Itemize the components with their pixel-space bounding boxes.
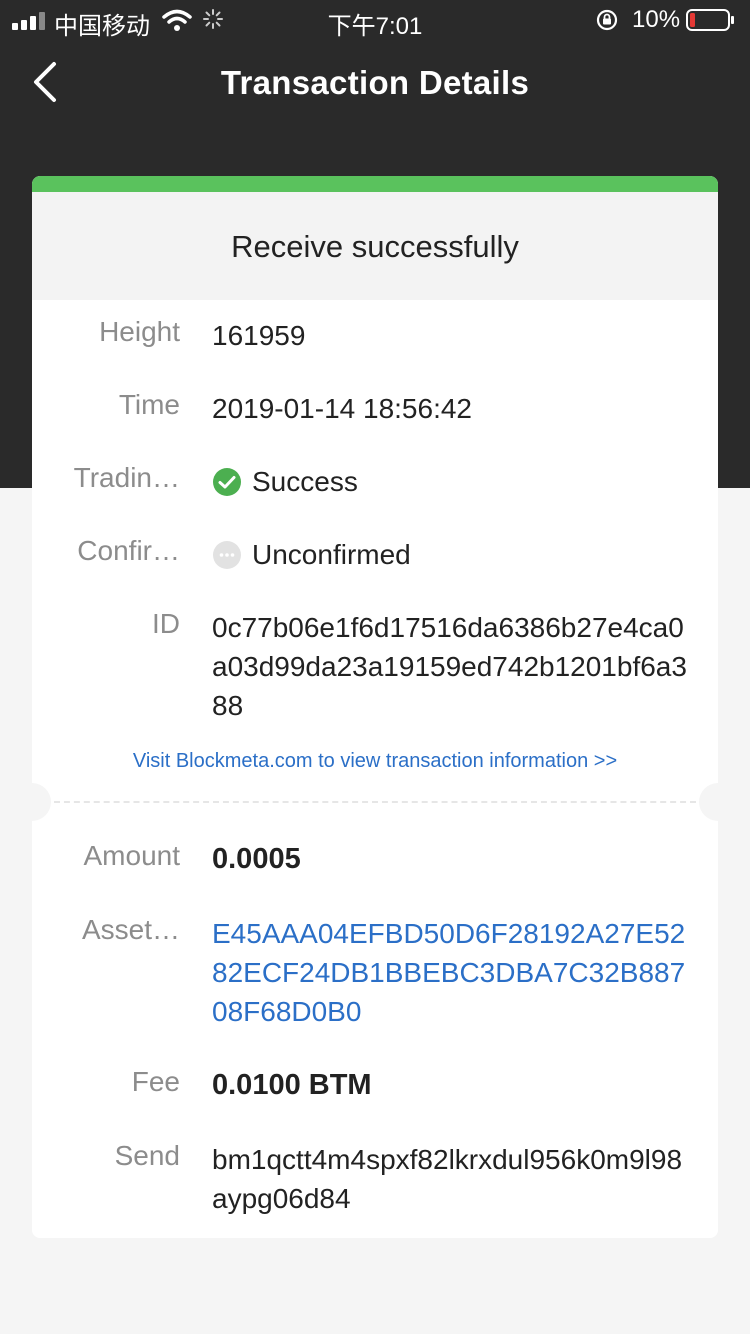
asset-id-link[interactable]: E45AAA04EFBD50D6F28192A27E5282ECF24DB1BB… (212, 914, 692, 1031)
status-bar: 中国移动 下午7:01 10% (0, 0, 750, 40)
transaction-card: Receive successfully Height 161959 Time … (32, 176, 718, 1238)
page-title: Transaction Details (220, 64, 530, 101)
id-label: ID (152, 608, 180, 639)
rotation-lock-icon (596, 9, 618, 31)
pending-dots-icon (213, 541, 241, 569)
transaction-id-value: 0c77b06e1f6d17516da6386b27e4ca0a03d99da2… (212, 612, 687, 721)
ticket-notch-right (699, 783, 718, 821)
battery-icon (686, 9, 734, 31)
fee-label: Fee (131, 1066, 180, 1097)
amount-value: 0.0005 (212, 843, 301, 875)
transaction-status-title: Receive successfully (32, 192, 718, 300)
send-label: Send (114, 1140, 180, 1171)
trading-status-label: Tradin… (73, 462, 180, 493)
height-label: Height (99, 316, 180, 347)
trading-status-value: Success (252, 466, 358, 497)
asset-label: Asset… (81, 914, 180, 945)
amount-label: Amount (83, 840, 181, 871)
check-circle-icon (213, 468, 241, 496)
battery-percent: 10% (632, 6, 681, 33)
blockmeta-link[interactable]: Visit Blockmeta.com to view transaction … (32, 750, 718, 773)
confirm-status-value: Unconfirmed (252, 539, 411, 570)
dashed-divider (54, 801, 696, 803)
sender-address-value: bm1qctt4m4spxf82lkrxdul956k0m9l98aypg06d… (212, 1144, 683, 1214)
time-value: 2019-01-14 18:56:42 (212, 393, 472, 424)
height-value: 161959 (212, 320, 306, 351)
confirm-status-label: Confir… (77, 535, 180, 566)
ticket-notch-left (32, 783, 51, 821)
time-label: Time (118, 389, 180, 420)
success-accent-bar (32, 176, 718, 192)
fee-value: 0.0100 BTM (212, 1069, 372, 1101)
